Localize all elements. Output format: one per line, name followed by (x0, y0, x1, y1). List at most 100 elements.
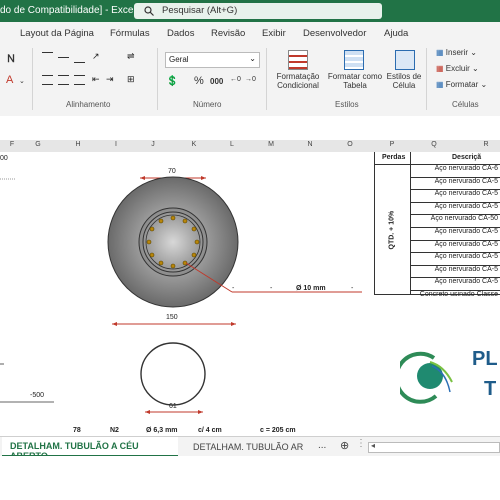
list-item: Aço nervurado CA-5 (411, 278, 500, 291)
col-header[interactable]: H (70, 141, 86, 148)
ribbon-tabs: Layout da Página Fórmulas Dados Revisão … (0, 22, 500, 44)
tab-developer[interactable]: Desenvolvedor (303, 28, 366, 39)
split-handle-icon[interactable]: ⋮ (356, 438, 366, 449)
tab-data[interactable]: Dados (167, 28, 194, 39)
add-sheet-icon[interactable]: ⊕ (340, 439, 349, 452)
logo-text: T (484, 378, 497, 400)
col-header[interactable]: F (4, 141, 20, 148)
window-title: do de Compatibilidade] - Excel (0, 5, 136, 16)
align-middle-icon[interactable] (58, 57, 69, 58)
decrease-decimal-icon[interactable]: →0 (245, 76, 256, 83)
drawing-canvas (0, 176, 362, 414)
title-bar: do de Compatibilidade] - Excel Pesquisar… (0, 0, 500, 22)
arrow-right-icon (201, 176, 206, 180)
thousands-icon[interactable]: 000 (210, 77, 223, 86)
list-item: Aço nervurado CA-50 (411, 215, 500, 228)
horizontal-scrollbar[interactable]: ◂ (368, 441, 500, 453)
delete-button[interactable]: ▦ Excluir ⌄ (436, 64, 479, 73)
format-button[interactable]: ▦ Formatar ⌄ (436, 80, 487, 89)
indent-increase-icon[interactable]: ⇥ (106, 74, 114, 85)
bar-diameter-label: Ø 10 mm (296, 285, 326, 292)
increase-decimal-icon[interactable]: ←0 (230, 76, 241, 83)
col-header[interactable]: K (186, 141, 202, 148)
list-item: Aço nervurado CA-5 (411, 241, 500, 254)
list-item: Aço nervurado CA-6 (411, 165, 500, 178)
chevron-down-icon: ⌄ (249, 54, 256, 63)
delete-label: Excluir (445, 64, 470, 73)
logo-text: PL (472, 348, 498, 370)
tab-review[interactable]: Revisão (211, 28, 245, 39)
more-tabs-button[interactable]: ... (318, 440, 326, 451)
status-area (0, 456, 500, 500)
perdas-header: Perdas (382, 154, 406, 161)
scroll-left-icon[interactable]: ◂ (371, 441, 375, 450)
qtd-label: QTD. + 10% (388, 210, 396, 250)
number-format-select[interactable]: Geral ⌄ (165, 52, 260, 68)
dash-cell: - (232, 285, 235, 292)
cell-styles-button[interactable]: Estilos de Célula (384, 72, 424, 90)
align-top-icon[interactable] (42, 52, 53, 63)
col-header[interactable]: Q (426, 141, 442, 148)
formula-bar[interactable] (0, 116, 500, 141)
format-table-icon[interactable] (344, 50, 364, 70)
list-item: Aço nervurado CA-5 (411, 203, 500, 216)
orientation-icon[interactable]: ↗ (92, 51, 100, 62)
indent-decrease-icon[interactable]: ⇤ (92, 74, 100, 85)
tab-help[interactable]: Ajuda (384, 28, 408, 39)
col-header[interactable]: R (478, 141, 494, 148)
number-format-value: Geral (169, 55, 189, 64)
tab-layout[interactable]: Layout da Página (20, 28, 94, 39)
insert-button[interactable]: ▦ Inserir ⌄ (436, 48, 477, 57)
list-item: Aço nervurado CA-5 (411, 190, 500, 203)
group-styles-label: Estilos (335, 100, 359, 109)
sheet-tabs-bar: DETALHAM. TUBULÃO A CÉU ABERTO DETALHAM.… (0, 436, 500, 461)
align-right-icon[interactable] (74, 75, 85, 85)
wrap-text-icon[interactable]: ⇌ (127, 51, 135, 62)
col-header[interactable]: M (263, 141, 279, 148)
tab-formulas[interactable]: Fórmulas (110, 28, 150, 39)
arrow-left-icon (112, 322, 117, 326)
list-item: Aço nervurado CA-5 (411, 266, 500, 279)
description-list: Aço nervurado CA-6 Aço nervurado CA-5 Aç… (411, 165, 500, 303)
tab-view[interactable]: Exibir (262, 28, 286, 39)
dash-cell: - (351, 285, 354, 292)
dim-label-70: 70 (168, 168, 176, 175)
conditional-format-icon[interactable] (288, 50, 308, 70)
list-item: Aço nervurado CA-5 (411, 253, 500, 266)
left-dim-label: -500 (30, 392, 45, 399)
currency-icon[interactable]: 💲 (166, 76, 178, 87)
arrow-left-icon (140, 176, 145, 180)
col-header[interactable]: I (108, 141, 124, 148)
group-number-label: Número (193, 100, 222, 109)
row-cell: c/ 4 cm (198, 427, 222, 434)
col-header[interactable]: J (145, 141, 161, 148)
arrow-left-icon (145, 410, 150, 414)
bold-button[interactable]: Ｎ (6, 50, 16, 65)
conditional-format-button[interactable]: Formatação Condicional (272, 72, 324, 90)
col-header[interactable]: O (342, 141, 358, 148)
sheet-tab-active[interactable]: DETALHAM. TUBULÃO A CÉU ABERTO (2, 437, 178, 461)
list-item: Concreto usinado Classe (419, 290, 498, 298)
align-center-icon[interactable] (58, 75, 69, 85)
col-header[interactable]: P (384, 141, 400, 148)
font-color-icon[interactable]: A (6, 74, 13, 86)
ribbon: Ｎ A ⌄ ↗ ⇌ ⇤ ⇥ ⊞ Alinhamento Geral ⌄ 💲 % … (0, 44, 500, 117)
percent-icon[interactable]: % (194, 75, 204, 87)
col-header[interactable]: L (224, 141, 240, 148)
stirrup-detail (140, 342, 206, 406)
format-label: Formatar (445, 80, 479, 89)
worksheet[interactable]: 00 70 150 61 - - Ø 10 mm - -500 78 N2 Ø … (0, 152, 500, 436)
format-table-button[interactable]: Formatar como Tabela (326, 72, 384, 90)
align-left-icon[interactable] (42, 75, 53, 85)
row-cell: Ø 6,3 mm (146, 427, 178, 434)
arrow-right-icon (198, 410, 203, 414)
insert-label: Inserir (445, 48, 469, 57)
merge-icon[interactable]: ⊞ (127, 74, 135, 85)
chevron-down-icon[interactable]: ⌄ (19, 77, 25, 85)
align-bottom-icon[interactable] (74, 62, 85, 63)
sheet-tab[interactable]: DETALHAM. TUBULÃO AR (193, 442, 303, 452)
col-header[interactable]: N (302, 141, 318, 148)
cell-styles-icon[interactable] (395, 50, 415, 70)
search-box[interactable]: Pesquisar (Alt+G) (134, 3, 382, 19)
col-header[interactable]: G (30, 141, 46, 148)
